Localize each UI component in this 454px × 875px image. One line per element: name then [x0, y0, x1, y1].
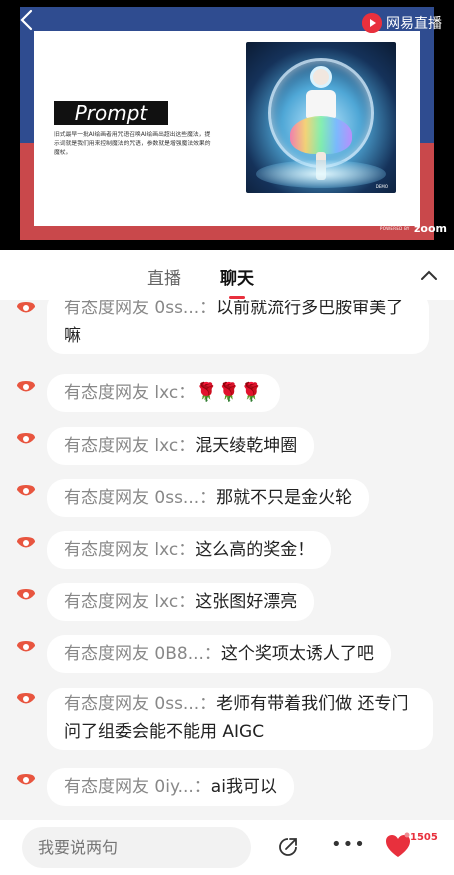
like-button[interactable]	[384, 832, 412, 860]
slide-description: 旧式最早一批AI绘画者用咒语召唤AI绘画出超出这些魔法，提示词就是我们用来控制魔…	[54, 132, 211, 156]
chat-nickname: 有态度网友 0iy...	[64, 777, 194, 797]
art-figure-head	[310, 66, 332, 88]
art-splash	[256, 160, 386, 188]
chat-nickname: 有态度网友 lxc	[64, 436, 179, 456]
avatar-icon	[17, 774, 35, 785]
chat-bubble: 有态度网友 0ss...：以前就流行多巴胺审美了嘛	[47, 300, 429, 354]
back-button[interactable]	[19, 9, 39, 31]
chat-nickname: 有态度网友 0ss...	[64, 488, 200, 508]
chat-nickname: 有态度网友 0ss...	[64, 300, 200, 318]
chat-bubble: 有态度网友 0B8...：这个奖项太诱人了吧	[47, 635, 391, 673]
chat-nickname: 有态度网友 lxc	[64, 592, 179, 612]
chat-bubble: 有态度网友 0ss...：那就不只是金火轮	[47, 479, 370, 517]
chat-nickname: 有态度网友 lxc	[64, 383, 179, 403]
avatar-icon	[17, 485, 35, 496]
avatar-icon	[17, 433, 35, 444]
chevron-up-icon	[421, 270, 437, 280]
composer-bar: ••• 1505	[0, 820, 454, 875]
avatar-icon	[17, 302, 35, 313]
chat-bubble: 有态度网友 lxc：🌹🌹🌹	[47, 374, 280, 412]
slide-artwork-image: DEMO	[246, 42, 396, 193]
video-player[interactable]: Prompt 旧式最早一批AI绘画者用咒语召唤AI绘画出超出这些魔法，提示词就是…	[0, 0, 454, 250]
chat-bubble: 有态度网友 lxc：这么高的奖金！	[47, 531, 332, 569]
tab-bar: 直播 聊天	[0, 250, 454, 300]
chat-text: ai我可以	[210, 777, 277, 797]
chat-text: 那就不只是金火轮	[216, 488, 353, 508]
chat-input[interactable]	[22, 827, 251, 868]
tab-live[interactable]: 直播	[147, 264, 181, 289]
chat-bubble: 有态度网友 lxc：这张图好漂亮	[47, 583, 315, 621]
tab-chat[interactable]: 聊天	[220, 264, 254, 289]
chat-nickname: 有态度网友 0ss...	[64, 694, 200, 714]
brand-logo: 网易直播	[362, 13, 442, 33]
avatar-icon	[17, 381, 35, 392]
avatar-icon	[17, 537, 35, 548]
more-dots-icon: •••	[331, 834, 366, 855]
chat-nickname: 有态度网友 0B8...	[64, 644, 204, 664]
heart-icon	[386, 832, 410, 857]
chevron-left-icon	[20, 9, 33, 31]
brand-name: 网易直播	[386, 16, 442, 32]
chat-text: 这么高的奖金！	[195, 540, 315, 560]
like-count: 1505	[410, 832, 438, 843]
collapse-button[interactable]	[418, 264, 440, 286]
avatar-icon	[17, 693, 35, 704]
rose-emoji: 🌹🌹🌹	[195, 382, 263, 403]
chat-list[interactable]: 有态度网友 0ss...：以前就流行多巴胺审美了嘛 有态度网友 lxc：🌹🌹🌹 …	[0, 300, 454, 820]
slide-heading: Prompt	[54, 101, 168, 125]
art-signature: DEMO	[375, 184, 388, 189]
chat-text: 这张图好漂亮	[195, 592, 298, 612]
avatar-icon	[17, 641, 35, 652]
chat-bubble: 有态度网友 lxc：混天绫乾坤圈	[47, 427, 315, 465]
share-button[interactable]	[276, 835, 300, 859]
art-figure-body	[306, 90, 336, 118]
avatar-icon	[17, 589, 35, 600]
zoom-logo: zoom	[414, 222, 447, 235]
more-button[interactable]: •••	[331, 834, 366, 855]
art-figure-dress	[290, 116, 352, 154]
chat-bubble: 有态度网友 0ss...：老师有带着我们做 还专门问了组委会能不能用 AIGC	[47, 688, 433, 750]
chat-nickname: 有态度网友 lxc	[64, 540, 179, 560]
chat-text: 这个奖项太诱人了吧	[220, 644, 374, 664]
chat-bubble: 有态度网友 0iy...：ai我可以	[47, 768, 294, 806]
active-tab-indicator	[229, 296, 245, 299]
chat-text: 混天绫乾坤圈	[195, 436, 298, 456]
share-icon	[279, 838, 297, 856]
play-logo-icon	[362, 13, 382, 33]
powered-by-label: POWERED BY	[380, 226, 410, 231]
